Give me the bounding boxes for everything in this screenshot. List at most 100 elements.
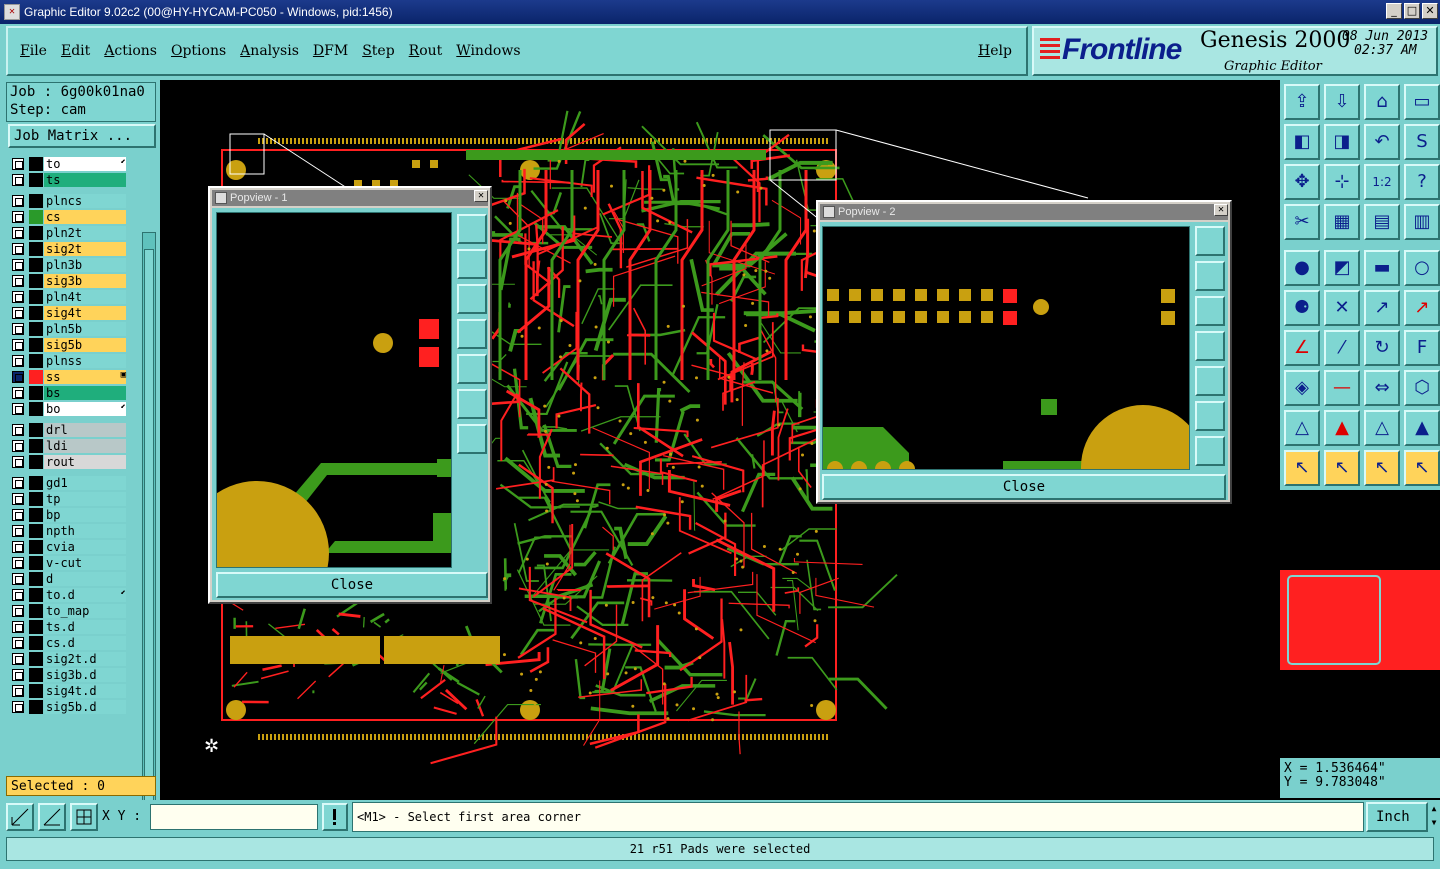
layer-color-swatch[interactable] (29, 194, 43, 208)
layer-row-sig4t[interactable]: sig4t (8, 305, 130, 321)
units-spinner-icon[interactable]: ▲ ▼ (1428, 802, 1440, 832)
select-poly-tool-button[interactable]: ↖ (1364, 450, 1400, 486)
layer-color-swatch[interactable] (29, 684, 43, 698)
layer-color-swatch[interactable] (29, 668, 43, 682)
pad-add-tool-button[interactable]: ◈ (1284, 370, 1320, 406)
menu-help[interactable]: Help (978, 43, 1012, 59)
layer-row-ts[interactable]: ts (8, 172, 130, 188)
layer-checkbox[interactable] (12, 403, 24, 415)
layer-checkbox[interactable] (12, 589, 24, 601)
layer-row-to-d[interactable]: to.d ⬋ (8, 587, 130, 603)
menu-rout[interactable]: Rout (409, 43, 443, 59)
poly-tool-button[interactable]: △ (1284, 410, 1320, 446)
popview-zoom-in-button[interactable] (1195, 401, 1225, 431)
layer-checkbox[interactable] (12, 557, 24, 569)
layer-row-bo[interactable]: bo ⬋ (8, 401, 130, 417)
layer-checkbox[interactable] (12, 637, 24, 649)
window-tool-button[interactable]: ▭ (1404, 84, 1440, 120)
layer-row-pln2t[interactable]: pln2t (8, 225, 130, 241)
layer-row-cvia[interactable]: cvia (8, 539, 130, 555)
layer-color-swatch[interactable] (29, 338, 43, 352)
layer-checkbox[interactable] (12, 621, 24, 633)
select-box-tool-button[interactable]: ↖ (1324, 450, 1360, 486)
net-tool-button[interactable]: ⚈ (1284, 290, 1320, 326)
menu-windows[interactable]: Windows (456, 43, 520, 59)
layer-row-sig3b-d[interactable]: sig3b.d (8, 667, 130, 683)
layer-checkbox[interactable] (12, 259, 24, 271)
layer-row-sig5b-d[interactable]: sig5b.d (8, 699, 130, 715)
layer-color-swatch[interactable] (29, 476, 43, 490)
layer-checkbox[interactable] (12, 605, 24, 617)
popview-zoom-out-button[interactable] (457, 424, 487, 454)
layer-checkbox[interactable] (12, 195, 24, 207)
layer-color-swatch[interactable] (29, 173, 43, 187)
layer-color-swatch[interactable] (29, 636, 43, 650)
popview-zoom-fit-button[interactable] (1195, 226, 1225, 256)
layer-row-sig4t-d[interactable]: sig4t.d (8, 683, 130, 699)
maximize-button[interactable]: □ (1404, 3, 1420, 19)
layer-color-swatch[interactable] (29, 540, 43, 554)
layer-color-swatch[interactable] (29, 556, 43, 570)
select-filter-tool-button[interactable]: ▤ (1364, 204, 1400, 240)
popview-2-close-icon[interactable]: ✕ (1214, 204, 1228, 216)
layer-checkbox[interactable] (12, 573, 24, 585)
shape-tool-button[interactable]: ⬡ (1404, 370, 1440, 406)
layer-color-swatch[interactable] (29, 604, 43, 618)
layer-row-sig5b[interactable]: sig5b (8, 337, 130, 353)
job-matrix-button[interactable]: Job Matrix ... (8, 124, 156, 148)
layer-color-swatch[interactable] (29, 402, 43, 416)
layer-color-swatch[interactable] (29, 322, 43, 336)
poly-b-tool-button[interactable]: △ (1364, 410, 1400, 446)
popview-pan-up-button[interactable] (457, 249, 487, 279)
layer-checkbox[interactable] (12, 509, 24, 521)
layer-row-drl[interactable]: drl (8, 422, 130, 438)
line-diagonal-tool-button[interactable]: ⁄ (1324, 330, 1360, 366)
layer-color-swatch[interactable] (29, 423, 43, 437)
layer-row-pln3b[interactable]: pln3b (8, 257, 130, 273)
layer-checkbox[interactable] (12, 211, 24, 223)
layer-checkbox[interactable] (12, 541, 24, 553)
layer-color-swatch[interactable] (29, 572, 43, 586)
layer-color-swatch[interactable] (29, 306, 43, 320)
layer-row-sig3b[interactable]: sig3b (8, 273, 130, 289)
ruler-tool-button[interactable]: ▬ (1364, 250, 1400, 286)
text-tool-button[interactable]: F (1404, 330, 1440, 366)
layer-color-swatch[interactable] (29, 370, 43, 384)
layer-checkbox[interactable] (12, 227, 24, 239)
popview-2-close-button[interactable]: Close (822, 474, 1226, 500)
layer-checkbox[interactable] (12, 355, 24, 367)
execute-coordinate-button[interactable] (322, 803, 348, 831)
layer-checkbox[interactable] (12, 424, 24, 436)
layer-checkbox[interactable] (12, 243, 24, 255)
layer-row-gd1[interactable]: gd1 (8, 475, 130, 491)
grid-tool-button[interactable]: ▦ (1324, 204, 1360, 240)
dim-tool-button[interactable]: ⇔ (1364, 370, 1400, 406)
layer-checkbox[interactable] (12, 456, 24, 468)
units-selector[interactable]: Inch (1366, 802, 1428, 832)
layer-row-npth[interactable]: npth (8, 523, 130, 539)
layer-row-bp[interactable]: bp (8, 507, 130, 523)
pad-tool-button[interactable]: ● (1284, 250, 1320, 286)
layer-checkbox[interactable] (12, 291, 24, 303)
layer-row-plncs[interactable]: plncs (8, 193, 130, 209)
popview-pan-down-button[interactable] (457, 284, 487, 314)
zoom-fit-tool-button[interactable]: ✥ (1284, 164, 1320, 200)
close-window-button[interactable]: ✕ (1422, 3, 1438, 19)
popview-pan-up-button[interactable] (1195, 261, 1225, 291)
popview-2-view[interactable] (822, 226, 1190, 470)
line-snap-tool-button[interactable]: ↗ (1364, 290, 1400, 326)
layer-checkbox[interactable] (12, 174, 24, 186)
fill-tool-button[interactable]: ◩ (1324, 250, 1360, 286)
layer-row-pln5b[interactable]: pln5b (8, 321, 130, 337)
grid-snap-button[interactable] (70, 803, 98, 831)
redraw-tool-button[interactable]: S (1404, 124, 1440, 160)
layer-color-swatch[interactable] (29, 700, 43, 714)
layer-checkbox[interactable] (12, 387, 24, 399)
measure-tool-button[interactable]: ✂ (1284, 204, 1320, 240)
popview-zoom-fit-button[interactable] (457, 214, 487, 244)
layer-checkbox[interactable] (12, 371, 24, 383)
menu-analysis[interactable]: Analysis (240, 43, 299, 59)
layer-color-swatch[interactable] (29, 354, 43, 368)
layer-color-swatch[interactable] (29, 226, 43, 240)
layer-row-d[interactable]: d (8, 571, 130, 587)
